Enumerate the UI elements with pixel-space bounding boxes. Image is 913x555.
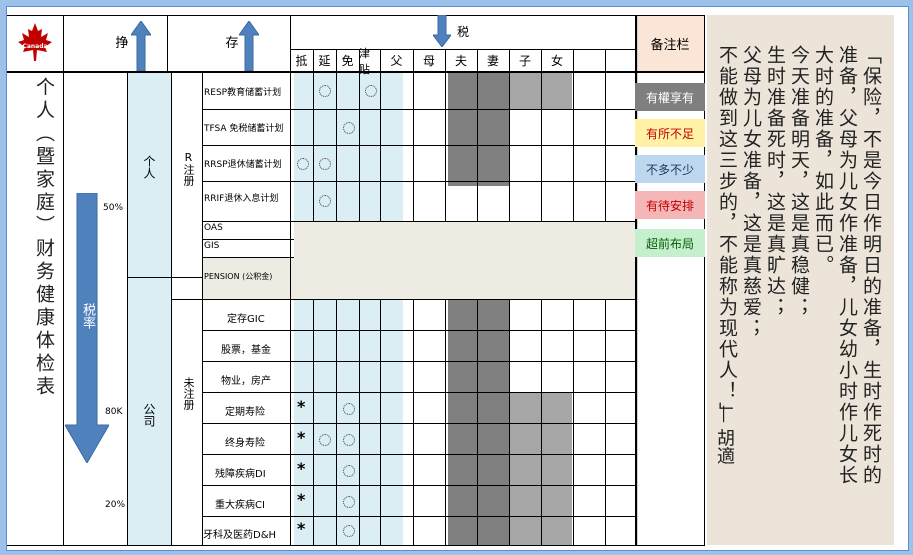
down-arrow-icon [433, 15, 451, 47]
tax-benefit-fill-top [294, 73, 403, 222]
row-tfsa: TFSA 免税储蓄计划 [204, 124, 284, 134]
row-critical-illness: 重大疾病CI [215, 500, 265, 511]
col-daughter: 女 [550, 54, 563, 68]
logo-text: Canada [22, 43, 48, 50]
legend-entitled: 有權享有 [635, 83, 705, 111]
entity-personal: 个人 [142, 155, 156, 179]
row-property: 物业，房产 [221, 376, 271, 387]
asterisk-icon: * [297, 397, 306, 416]
check-circle-icon [365, 85, 377, 97]
tax-level-mid: 80K [105, 407, 123, 417]
row-dental-health: 牙科及医药D&H [203, 530, 277, 541]
col-defer: 延 [318, 54, 331, 68]
asterisk-icon: * [297, 428, 306, 447]
calligraphy-signature: — 胡適 [714, 405, 735, 465]
col-husband: 夫 [454, 54, 467, 68]
tax-level-high: 50% [103, 203, 124, 213]
calligraphy-line: 今天准备明天，这是真稳健； [788, 45, 810, 318]
check-circle-icon [343, 434, 355, 446]
health-check-sheet: Canada 挣 存 税 备注栏 抵 延 免 津贴 父 母 夫 妻 子 女 个人… [6, 6, 909, 551]
check-circle-icon [319, 195, 331, 207]
row-rrsp: RRSP退休储蓄计划 [204, 160, 282, 170]
check-circle-icon [343, 465, 355, 477]
sheet-title: 个人（暨家庭）财务健康体检表 [33, 77, 55, 399]
row-stocks: 股票，基金 [221, 345, 271, 356]
entity-column-fill [127, 73, 171, 545]
legend-pending: 有待安排 [635, 191, 705, 219]
unregistered-label: 未注册 [182, 377, 195, 410]
row-gic: 定存GIC [227, 314, 265, 325]
legend-adequate: 不多不少 [635, 155, 705, 183]
col-mother: 母 [422, 54, 435, 68]
row-gis: GIS [204, 241, 220, 251]
up-arrow-icon [131, 21, 151, 71]
up-arrow-icon [239, 21, 259, 71]
check-circle-icon [319, 434, 331, 446]
row-whole-life: 终身寿险 [225, 438, 265, 449]
legend-insufficient: 有所不足 [635, 119, 705, 147]
calligraphy-line: 父母为儿女准备，这是真慈爱； [740, 45, 762, 339]
check-circle-icon [343, 525, 355, 537]
row-term-life: 定期寿险 [225, 407, 265, 418]
check-circle-icon [297, 158, 309, 170]
col-father: 父 [390, 54, 403, 68]
registered-label: R注册 [182, 151, 195, 186]
asterisk-icon: * [297, 519, 306, 538]
calligraphy-line: 生时准备死时，这是真旷达； [764, 45, 786, 318]
tax-level-low: 20% [105, 500, 126, 510]
calligraphy-line: 准备，父母为儿女作准备，儿女幼小时作儿女长 [836, 45, 858, 486]
notes-header: 备注栏 [650, 37, 690, 53]
row-pension: PENSION (公积金) [204, 272, 273, 281]
col-son: 子 [518, 54, 531, 68]
col-exempt: 免 [341, 54, 354, 68]
asterisk-icon: * [297, 459, 306, 478]
row-oas: OAS [204, 223, 223, 233]
canada-logo: Canada [15, 21, 55, 65]
check-circle-icon [319, 158, 331, 170]
legend-ahead: 超前布局 [635, 229, 705, 257]
spouse-fill-top [448, 73, 510, 186]
calligraphy-line: 大时的准备，如此而已。 [812, 45, 834, 276]
check-circle-icon [343, 496, 355, 508]
calligraphy-scroll: 「保险，不是今日作明日的准备，生时作死时的 准备，父母为儿女作准备，儿女幼小时作… [707, 15, 894, 545]
row-disability: 残障疾病DI [215, 469, 266, 480]
col-wife: 妻 [486, 54, 499, 68]
tax-header: 税 [456, 24, 469, 39]
tax-benefit-fill-bottom [294, 299, 403, 545]
col-benefit: 津贴 [359, 46, 370, 76]
calligraphy-line: 不能做到这三步的，不能称为现代人！」 [716, 45, 738, 423]
check-circle-icon [319, 85, 331, 97]
entity-company: 公司 [142, 403, 156, 427]
check-circle-icon [343, 403, 355, 415]
tax-rate-label: 税率 [80, 303, 95, 329]
row-rrif: RRIF退休入息计划 [204, 194, 279, 204]
government-benefit-fill [294, 222, 637, 299]
asterisk-icon: * [297, 490, 306, 509]
calligraphy-line: 「保险，不是今日作明日的准备，生时作死时的 [860, 45, 882, 486]
spouse-fill-bottom [448, 299, 510, 545]
check-circle-icon [343, 122, 355, 134]
row-resp: RESP教育储蓄计划 [204, 88, 282, 98]
col-deduct: 抵 [295, 54, 308, 68]
